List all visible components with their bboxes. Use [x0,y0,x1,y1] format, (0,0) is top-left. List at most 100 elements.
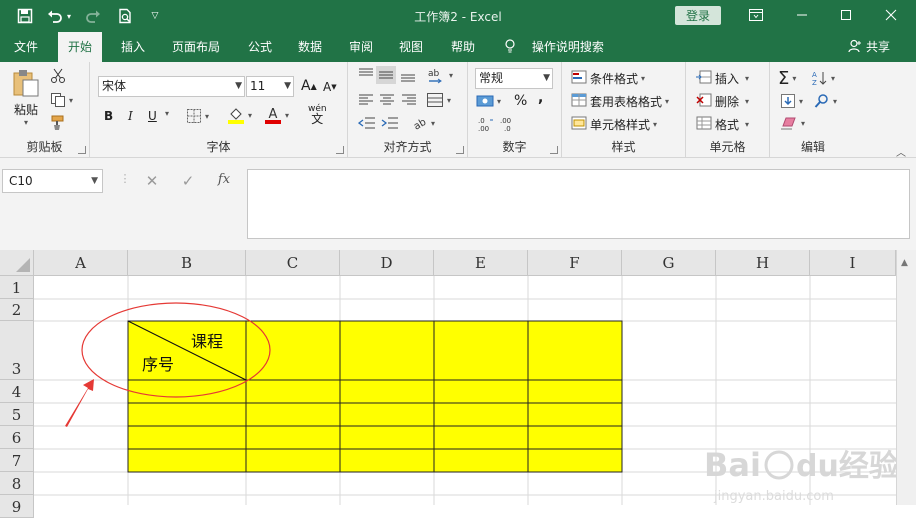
redo-icon[interactable] [82,6,104,26]
cut-icon[interactable] [50,68,66,84]
column-header-f[interactable]: F [528,250,622,276]
format-painter-icon[interactable] [50,115,66,131]
paste-button[interactable]: 粘贴 ▾ [8,68,44,127]
cell-styles-button[interactable]: 单元格样式 ▾ [571,116,657,133]
save-icon[interactable] [14,6,36,26]
clear-icon[interactable]: ▾ [780,116,805,130]
collapse-ribbon-icon[interactable]: ︿ [896,144,906,159]
maximize-icon[interactable] [832,4,860,26]
cell-area[interactable]: Bai du经验 jingyan.baidu.com 课程 序号 [34,276,896,505]
increase-font-icon[interactable]: A ▲ [301,78,317,94]
column-header-c[interactable]: C [246,250,340,276]
name-box-dropdown-icon[interactable]: ▼ [91,170,98,192]
column-header-e[interactable]: E [434,250,528,276]
increase-indent-icon[interactable] [381,116,399,130]
align-left-icon[interactable] [358,93,374,107]
font-launcher-icon[interactable] [336,146,344,154]
row-header-9[interactable]: 9 [0,495,34,518]
tab-data[interactable]: 数据 [296,32,324,62]
format-cells-button[interactable]: 格式 ▾ [696,116,749,133]
align-top-icon[interactable] [358,68,374,82]
column-header-a[interactable]: A [34,250,128,276]
tab-page-layout[interactable]: 页面布局 [170,32,222,62]
tab-formulas[interactable]: 公式 [246,32,274,62]
row-header-4[interactable]: 4 [0,380,34,403]
copy-icon[interactable]: ▾ [50,92,73,108]
scroll-up-icon[interactable]: ▲ [901,258,908,268]
number-launcher-icon[interactable] [550,146,558,154]
column-header-d[interactable]: D [340,250,434,276]
font-name-select[interactable]: 宋体 ▼ [98,76,245,97]
wrap-text-icon[interactable]: ▾ [426,92,451,108]
italic-button[interactable]: I [128,109,133,123]
tab-help[interactable]: 帮助 [449,32,477,62]
column-header-g[interactable]: G [622,250,716,276]
find-select-icon[interactable]: ▾ [814,93,837,109]
tell-me-search[interactable]: 操作说明搜索 [502,32,606,62]
accounting-format-icon[interactable]: ▾ [476,94,501,108]
close-icon[interactable] [877,4,905,26]
comma-style-button[interactable]: , [538,90,543,106]
delete-cells-button[interactable]: 删除 ▾ [696,93,749,110]
insert-cells-button[interactable]: 插入 ▾ [696,70,749,87]
print-preview-icon[interactable] [114,6,136,26]
decrease-font-icon[interactable]: A ▼ [323,80,337,94]
alignment-launcher-icon[interactable] [456,146,464,154]
row-header-8[interactable]: 8 [0,472,34,495]
align-right-icon[interactable] [401,93,417,107]
fill-color-icon[interactable]: ▾ [227,106,252,124]
tab-home[interactable]: 开始 [58,32,103,63]
name-box[interactable]: C10 ▼ [2,169,103,193]
tab-file[interactable]: 文件 [12,32,40,62]
sort-filter-icon[interactable]: AZ ▾ [812,70,835,86]
clipboard-launcher-icon[interactable] [78,146,86,154]
insert-function-icon[interactable]: fx [214,172,234,190]
formula-input[interactable] [247,169,910,239]
tab-review[interactable]: 审阅 [347,32,375,62]
autosum-icon[interactable]: Σ ▾ [778,68,796,89]
ribbon-display-options-icon[interactable] [742,4,770,26]
percent-style-button[interactable]: % [514,93,527,109]
increase-decimal-icon[interactable]: .0.00 [478,116,496,132]
column-header-b[interactable]: B [128,250,246,276]
tab-insert[interactable]: 插入 [119,32,147,62]
decrease-indent-icon[interactable] [358,116,376,130]
row-header-2[interactable]: 2 [0,299,34,321]
underline-dropdown-icon[interactable]: ▾ [162,109,169,118]
fill-icon[interactable]: ▾ [780,93,803,109]
share-button[interactable]: 共享 [848,32,890,62]
align-center-icon[interactable] [379,93,395,107]
column-header-i[interactable]: I [810,250,896,276]
row-header-7[interactable]: 7 [0,449,34,472]
font-size-select[interactable]: 11 ▼ [246,76,294,97]
number-format-select[interactable]: 常规 ▼ [475,68,553,89]
align-middle-icon[interactable] [376,66,396,84]
tab-view[interactable]: 视图 [397,32,425,62]
vertical-scrollbar[interactable]: ▲ [896,250,916,505]
cancel-icon[interactable]: ✕ [142,172,162,190]
orientation-icon[interactable]: ab ▾ [426,66,453,84]
bold-button[interactable]: B [104,109,113,123]
login-button[interactable]: 登录 [675,6,721,25]
minimize-icon[interactable] [788,4,816,26]
undo-dropdown-icon[interactable]: ▾ [63,6,75,26]
column-header-h[interactable]: H [716,250,810,276]
row-header-1[interactable]: 1 [0,276,34,299]
row-header-5[interactable]: 5 [0,403,34,426]
enter-icon[interactable]: ✓ [178,172,198,190]
orientation-angle-icon[interactable]: ab ▾ [412,115,435,131]
phonetic-guide-icon[interactable]: wén 文 [308,104,327,125]
customize-quick-access-icon[interactable]: ▽ [144,6,166,26]
svg-text:ab: ab [412,117,428,131]
format-as-table-button[interactable]: 套用表格格式 ▾ [571,93,669,110]
align-bottom-icon[interactable] [400,68,416,82]
underline-button[interactable]: U [148,109,157,123]
conditional-formatting-button[interactable]: 条件格式 ▾ [571,70,645,87]
share-label: 共享 [865,40,890,54]
row-header-6[interactable]: 6 [0,426,34,449]
borders-icon[interactable]: ▾ [186,108,209,124]
select-all-button[interactable] [0,250,34,276]
row-header-3[interactable]: 3 [0,321,34,380]
decrease-decimal-icon[interactable]: .00.0 [500,116,518,132]
font-color-icon[interactable]: A ▾ [264,106,289,124]
